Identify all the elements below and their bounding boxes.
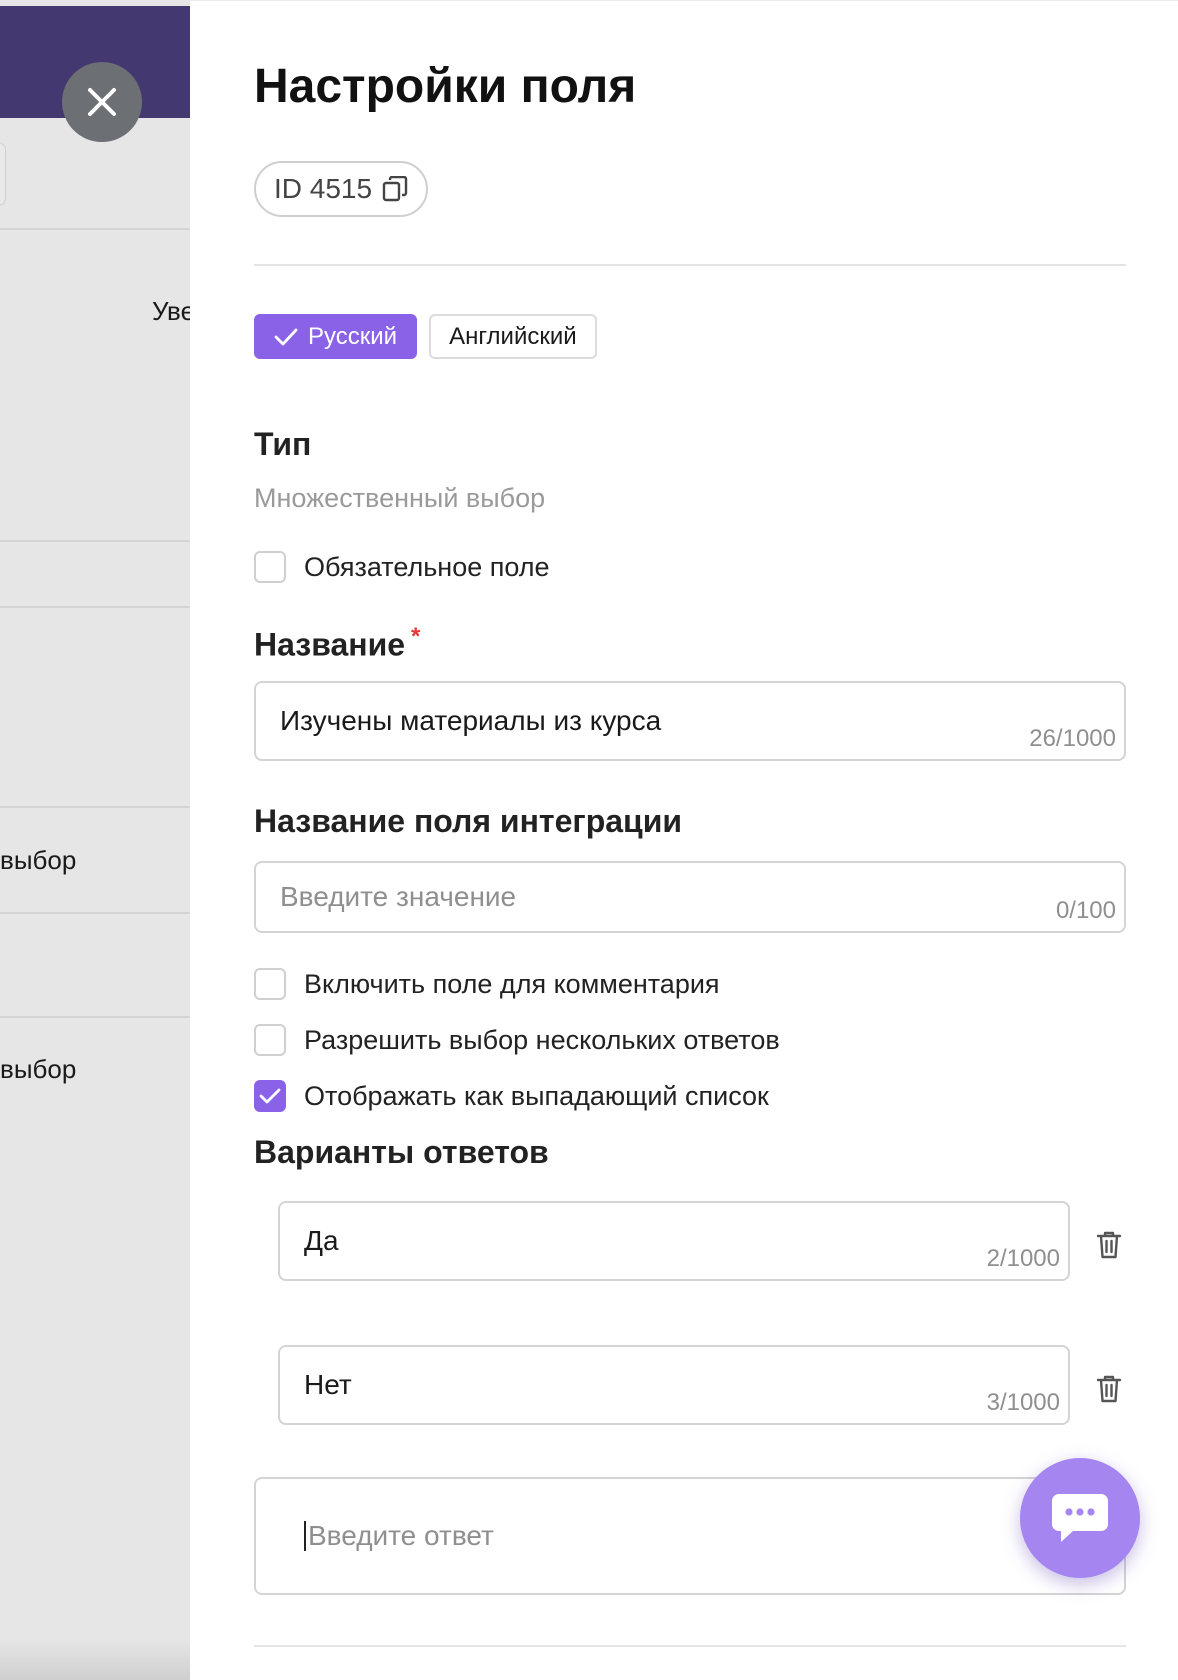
backdrop-page: Уве выбор выбор: [0, 0, 190, 1680]
backdrop-divider: [0, 606, 190, 608]
chat-icon: [1052, 1494, 1108, 1542]
chat-support-button[interactable]: [1020, 1458, 1140, 1578]
close-panel-button[interactable]: [62, 62, 142, 142]
integration-name-label: Название поля интеграции: [254, 803, 683, 839]
checkbox-label: Включить поле для комментария: [304, 968, 720, 999]
answer-value: Да: [304, 1225, 339, 1256]
check-icon: [259, 1088, 281, 1104]
backdrop-divider: [0, 806, 190, 808]
tab-language-russian[interactable]: Русский: [254, 314, 418, 359]
text-caret: [304, 1521, 306, 1551]
required-asterisk: *: [411, 623, 421, 650]
name-input[interactable]: Изучены материалы из курса 26/1000: [254, 681, 1126, 761]
new-answer-placeholder-text: Введите ответ: [308, 1520, 494, 1551]
backdrop-divider: [0, 912, 190, 914]
check-icon: [274, 328, 298, 345]
new-answer-input[interactable]: Введите ответ: [254, 1477, 1126, 1595]
trash-icon: [1096, 1231, 1122, 1259]
backdrop-bottom-shade: [0, 1640, 190, 1680]
answer-char-counter: 3/1000: [986, 1389, 1060, 1416]
backdrop-divider: [0, 540, 190, 542]
backdrop-label: Уве: [152, 296, 190, 326]
copy-icon[interactable]: [382, 176, 408, 202]
comment-field-checkbox-row[interactable]: Включить поле для комментария: [254, 968, 720, 1000]
checkbox-label: Обязательное поле: [304, 551, 550, 582]
answer-input[interactable]: Да 2/1000: [278, 1201, 1070, 1281]
integration-name-input[interactable]: Введите значение 0/100: [254, 861, 1126, 933]
backdrop-label: выбор: [0, 1054, 77, 1084]
comment-field-checkbox[interactable]: [254, 968, 286, 1000]
delete-answer-button[interactable]: [1089, 1369, 1129, 1409]
backdrop-label: выбор: [0, 845, 77, 875]
section-divider: [254, 264, 1126, 266]
section-divider: [254, 1645, 1126, 1647]
dropdown-display-checkbox-row[interactable]: Отображать как выпадающий список: [254, 1080, 769, 1112]
delete-answer-button[interactable]: [1089, 1225, 1129, 1265]
required-field-checkbox[interactable]: [254, 551, 286, 583]
close-icon: [88, 88, 116, 116]
name-label: Название *: [254, 623, 420, 664]
language-tabs: Русский Английский: [254, 314, 597, 359]
type-value: Множественный выбор: [254, 483, 546, 513]
answer-input[interactable]: Нет 3/1000: [278, 1345, 1070, 1425]
name-input-value: Изучены материалы из курса: [280, 705, 662, 736]
tab-label: Английский: [449, 322, 577, 350]
backdrop-divider: [0, 228, 190, 230]
backdrop-divider: [0, 1016, 190, 1018]
tab-label: Русский: [308, 322, 398, 350]
answer-char-counter: 2/1000: [986, 1245, 1060, 1272]
name-label-text: Название: [254, 626, 406, 663]
panel-title: Настройки поля: [254, 60, 637, 113]
required-field-checkbox-row[interactable]: Обязательное поле: [254, 551, 550, 583]
integration-char-counter: 0/100: [1055, 897, 1116, 924]
checkbox-label: Отображать как выпадающий список: [304, 1080, 769, 1111]
multiple-answers-checkbox-row[interactable]: Разрешить выбор нескольких ответов: [254, 1024, 780, 1056]
integration-input-placeholder: Введите значение: [280, 881, 517, 912]
id-chip[interactable]: ID 4515: [254, 161, 429, 217]
backdrop-input-stub: [0, 142, 6, 206]
answer-value: Нет: [304, 1369, 352, 1400]
checkbox-label: Разрешить выбор нескольких ответов: [304, 1024, 780, 1055]
dropdown-display-checkbox[interactable]: [254, 1080, 286, 1112]
trash-icon: [1096, 1375, 1122, 1403]
type-label: Тип: [254, 426, 312, 462]
name-char-counter: 26/1000: [1029, 725, 1116, 752]
field-settings-panel: Настройки поля ID 4515 Русский Английски…: [190, 0, 1178, 1680]
new-answer-placeholder: Введите ответ: [304, 1479, 494, 1593]
tab-language-english[interactable]: Английский: [429, 314, 597, 359]
multiple-answers-checkbox[interactable]: [254, 1024, 286, 1056]
id-chip-label: ID 4515: [274, 173, 373, 204]
answers-label: Варианты ответов: [254, 1134, 549, 1170]
